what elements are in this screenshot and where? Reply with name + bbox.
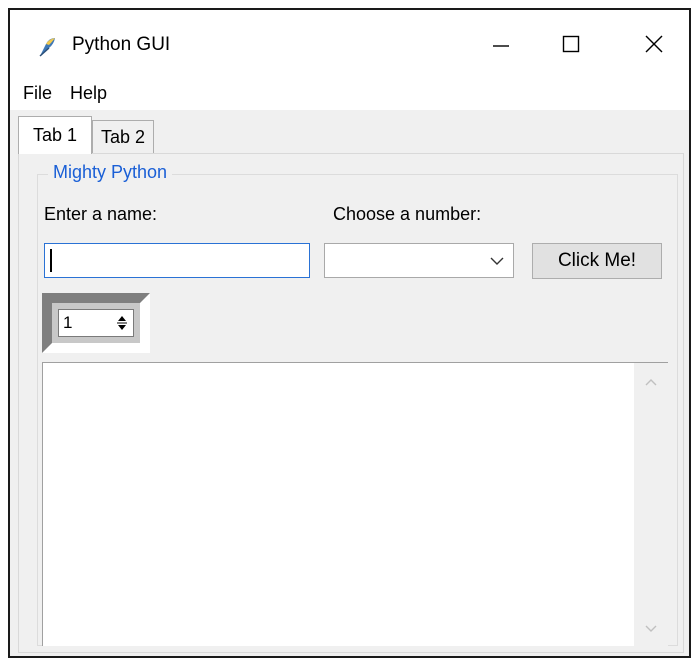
scrolled-text (42, 362, 668, 646)
scrolled-text-area[interactable] (43, 363, 633, 646)
tab-1[interactable]: Tab 1 (18, 116, 92, 154)
minimize-icon (493, 45, 509, 47)
number-label: Choose a number: (333, 204, 482, 224)
scroll-up-icon[interactable] (643, 375, 659, 391)
app-window: Python GUI File Help Tab 1 Tab 2 Mighty … (8, 8, 691, 658)
tab-2[interactable]: Tab 2 (92, 120, 154, 154)
mighty-python-group: Mighty Python Enter a name: Choose a num… (37, 162, 678, 646)
python-feather-icon (39, 38, 55, 57)
spinbox-relief-inner: 1 (52, 303, 140, 343)
close-icon (645, 35, 663, 53)
spinbox-relief-top (42, 293, 150, 303)
chevron-down-icon (490, 257, 504, 265)
close-button[interactable] (631, 24, 677, 64)
spin-arrows-icon[interactable] (115, 312, 129, 334)
menu-file[interactable]: File (16, 83, 59, 104)
number-combobox[interactable] (324, 243, 514, 278)
vertical-scrollbar[interactable] (634, 363, 668, 646)
name-input[interactable] (44, 243, 310, 278)
tab-1-panel: Mighty Python Enter a name: Choose a num… (18, 153, 684, 653)
name-label: Enter a name: (44, 204, 158, 224)
window-title: Python GUI (72, 34, 171, 55)
menu-help[interactable]: Help (63, 83, 114, 104)
title-bar[interactable]: Python GUI (10, 10, 689, 74)
spinbox-frame: 1 (42, 293, 150, 353)
minimize-button[interactable] (478, 24, 524, 64)
number-spinbox[interactable]: 1 (58, 309, 134, 337)
group-title: Mighty Python (48, 162, 173, 183)
spinbox-relief-left (42, 293, 52, 353)
click-me-button[interactable]: Click Me! (532, 243, 662, 279)
client-area: Tab 1 Tab 2 Mighty Python Enter a name: … (10, 110, 689, 656)
scroll-down-icon[interactable] (643, 620, 659, 636)
text-caret (50, 249, 52, 272)
maximize-icon (562, 35, 580, 53)
maximize-button[interactable] (548, 24, 594, 64)
spinbox-value: 1 (63, 313, 73, 332)
menu-bar: File Help (10, 76, 689, 110)
